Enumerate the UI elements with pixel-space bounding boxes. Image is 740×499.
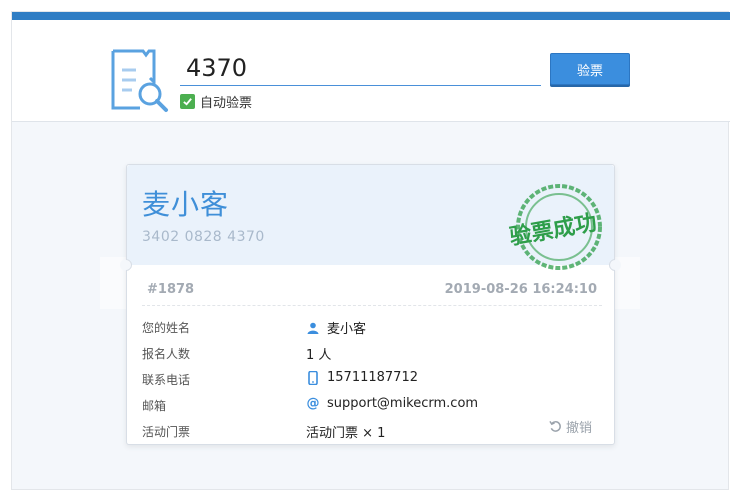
field-label: 邮箱 (142, 399, 167, 413)
check-icon (183, 97, 192, 106)
field-value: 1 人 (306, 348, 332, 363)
auto-verify-option[interactable]: 自动验票 (180, 92, 253, 111)
verified-stamp: 验票成功 (489, 183, 615, 271)
at-icon: @ (306, 396, 320, 411)
ticket-code-input[interactable] (180, 50, 541, 86)
field-row-name: 您的姓名 麦小客 (142, 318, 602, 337)
person-icon (306, 321, 320, 335)
ticket-holder-name: 麦小客 (142, 188, 230, 221)
field-label: 报名人数 (142, 347, 191, 361)
field-value: 活动门票 × 1 (306, 426, 386, 441)
ticket-search-icon (110, 48, 172, 114)
field-value: support@mikecrm.com (327, 396, 479, 411)
revoke-label: 撤销 (566, 421, 593, 436)
field-value: 麦小客 (327, 322, 367, 337)
ticket-card: 麦小客 3402 0828 4370 验票成功 #1878 2019-08-26… (117, 164, 624, 445)
undo-icon (549, 420, 561, 432)
verify-header: 验票 自动验票 (12, 20, 730, 122)
field-row-count: 报名人数 1 人 (142, 344, 602, 363)
divider (142, 305, 602, 306)
field-label: 联系电话 (142, 373, 191, 387)
auto-verify-label: 自动验票 (200, 95, 253, 111)
ticket-code: 3402 0828 4370 (142, 229, 265, 245)
field-row-email: 邮箱 @ support@mikecrm.com (142, 396, 602, 414)
ticket-datetime: 2019-08-26 16:24:10 (444, 282, 597, 297)
ticket-serial: #1878 (147, 282, 195, 297)
auto-verify-checkbox[interactable] (180, 93, 195, 109)
phone-icon (306, 370, 320, 385)
revoke-button[interactable]: 撤销 (549, 417, 592, 436)
verify-button[interactable]: 验票 (550, 53, 630, 85)
field-row-ticket-type: 活动门票 活动门票 × 1 (142, 422, 602, 441)
field-row-phone: 联系电话 15711187712 (142, 370, 602, 388)
field-label: 活动门票 (142, 425, 191, 439)
field-label: 您的姓名 (142, 321, 191, 335)
ticket-meta: #1878 2019-08-26 16:24:10 (147, 282, 597, 297)
field-value: 15711187712 (327, 370, 418, 385)
verification-panel: 验票 自动验票 麦小客 3402 0828 4370 验票成功 #1878 20… (11, 11, 730, 490)
top-accent-bar (12, 12, 730, 20)
